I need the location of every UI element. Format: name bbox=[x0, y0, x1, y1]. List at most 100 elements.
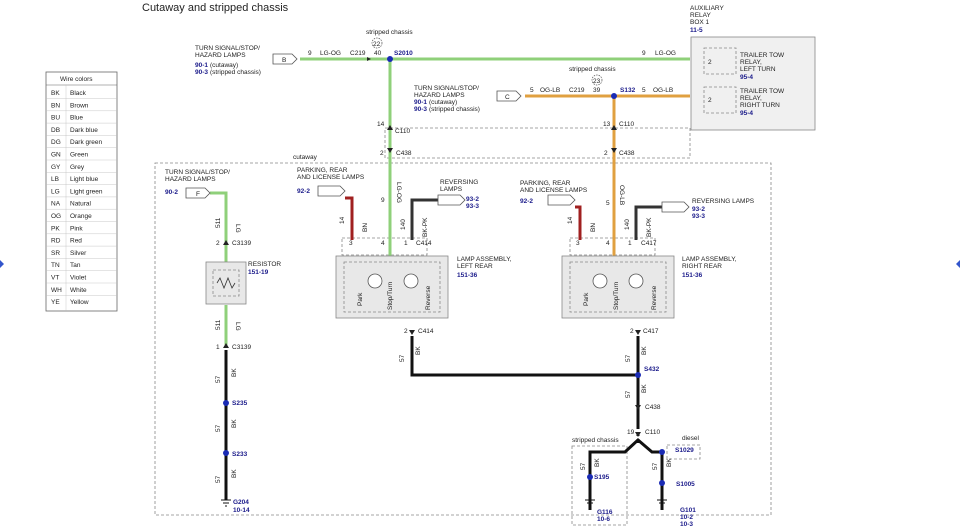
conn-c417-b: C417 bbox=[643, 328, 659, 335]
wire-color-bk-c: BK bbox=[641, 384, 648, 393]
legend-code: DG bbox=[51, 139, 61, 146]
ts-top-ref2: 90-3 bbox=[195, 69, 208, 76]
splice-s195-node bbox=[587, 474, 593, 480]
wire-num-57a: 57 bbox=[399, 354, 406, 362]
ts-left-line2: HAZARD LAMPS bbox=[165, 176, 216, 183]
wire-color-lg-b: LG bbox=[234, 322, 241, 331]
conn-c417-a: C417 bbox=[641, 240, 657, 247]
rev-left-ref1: 93-2 bbox=[466, 196, 479, 203]
wire-color-bk-a: BK bbox=[415, 346, 422, 355]
legend-code: SR bbox=[51, 250, 60, 257]
svg-text:B: B bbox=[282, 57, 286, 64]
ts-mid-line1: TURN SIGNAL/STOP/ bbox=[414, 85, 479, 92]
legend-color-name: Natural bbox=[70, 201, 92, 208]
svg-text:Stop/Turn: Stop/Turn bbox=[387, 281, 394, 310]
wire-color-bkpk-b: BK-PK bbox=[646, 217, 653, 237]
wire-num-5a: 5 bbox=[530, 87, 534, 94]
legend-code: RD bbox=[51, 238, 61, 245]
wire-color-oglb-a: OG-LB bbox=[540, 87, 560, 94]
legend-code: LG bbox=[51, 188, 60, 195]
legend-color-name: Light green bbox=[70, 188, 103, 195]
svg-text:Park: Park bbox=[357, 292, 364, 306]
ts-left-line1: TURN SIGNAL/STOP/ bbox=[165, 169, 230, 176]
ts-left-ref: 90-2 bbox=[165, 189, 178, 196]
bulb-icon bbox=[628, 273, 644, 289]
svg-text:Reverse: Reverse bbox=[425, 285, 432, 310]
wire-color-bk-b: BK bbox=[641, 346, 648, 355]
pin-4b: 4 bbox=[606, 240, 610, 247]
legend-code: TN bbox=[51, 262, 60, 269]
ground-g204-ref: 10-14 bbox=[233, 507, 250, 514]
ts-top-ref1: 90-1 bbox=[195, 62, 208, 69]
park-left-ref: 92-2 bbox=[297, 188, 310, 195]
wire-color-bkpk-a: BK-PK bbox=[422, 217, 429, 237]
ts-mid-ref1: 90-1 bbox=[414, 99, 427, 106]
connector-c: C bbox=[496, 90, 522, 102]
ts-mid-ref2: 90-3 bbox=[414, 106, 427, 113]
cutaway-label: cutaway bbox=[293, 154, 318, 161]
connector-park-right bbox=[547, 194, 576, 206]
pin-3b: 3 bbox=[576, 240, 580, 247]
ts-top-line1: TURN SIGNAL/STOP/ bbox=[195, 45, 260, 52]
park-right-line1: PARKING, REAR bbox=[520, 180, 571, 187]
splice-s1005: S1005 bbox=[676, 481, 695, 488]
legend-color-name: Dark green bbox=[70, 139, 103, 146]
wire-num-5c: 5 bbox=[606, 200, 610, 207]
legend-code: DB bbox=[51, 127, 60, 134]
wire-color-bk-f: BK bbox=[231, 368, 238, 377]
splice-s432: S432 bbox=[644, 366, 660, 373]
pin-13: 13 bbox=[603, 121, 611, 128]
splice-s1029: S1029 bbox=[675, 447, 694, 454]
wire-num-9a: 9 bbox=[308, 50, 312, 57]
legend-color-name: White bbox=[70, 287, 87, 294]
conn-c219-a: C219 bbox=[350, 50, 366, 57]
svg-text:C: C bbox=[505, 94, 510, 101]
ts-mid-line2: HAZARD LAMPS bbox=[414, 92, 465, 99]
svg-text:F: F bbox=[196, 191, 200, 198]
relay-left-line1: TRAILER TOW bbox=[740, 52, 785, 59]
aux-relay-ref: 11-5 bbox=[690, 27, 703, 34]
splice-s233-node bbox=[223, 450, 229, 456]
pin-2c: 2 bbox=[404, 328, 408, 335]
ground-g116-ref: 10-6 bbox=[597, 516, 610, 523]
legend-color-name: Violet bbox=[70, 275, 86, 282]
aux-relay-line1: AUXILIARY bbox=[690, 5, 725, 12]
legend-color-name: Light blue bbox=[70, 176, 99, 183]
svg-text:Stop/Turn: Stop/Turn bbox=[613, 281, 620, 310]
conn-c438-c: C438 bbox=[645, 404, 661, 411]
svg-text:Park: Park bbox=[583, 292, 590, 306]
splice-s132: S132 bbox=[620, 87, 636, 94]
circle-23: 23 bbox=[593, 78, 601, 85]
ground-g204: G204 bbox=[233, 499, 249, 506]
wire-color-lgog-a: LG-OG bbox=[320, 50, 341, 57]
lamp-left-line2: LEFT REAR bbox=[457, 263, 493, 270]
conn-c438-a: C438 bbox=[396, 150, 412, 157]
conn-c219-b: C219 bbox=[569, 87, 585, 94]
conn-c110-b: C110 bbox=[619, 121, 634, 128]
legend-code: WH bbox=[51, 287, 62, 294]
pin-3a: 3 bbox=[349, 240, 353, 247]
legend-color-name: Dark blue bbox=[70, 127, 98, 134]
page-title: Cutaway and stripped chassis bbox=[142, 2, 289, 14]
ts-mid-txt1: (cutaway) bbox=[429, 99, 457, 106]
wire-color-lg-a: LG bbox=[234, 224, 241, 233]
wire-color-bn-a: BN bbox=[362, 223, 369, 232]
ts-top-line2: HAZARD LAMPS bbox=[195, 52, 246, 59]
legend-color-name: Orange bbox=[70, 213, 92, 220]
bulb-icon bbox=[403, 273, 419, 289]
wire-num-57e: 57 bbox=[652, 462, 659, 470]
lamp-left-ref: 151-36 bbox=[457, 272, 478, 279]
aux-relay-line2: RELAY bbox=[690, 12, 711, 19]
connector-rev-right bbox=[661, 201, 690, 213]
pin-39: 39 bbox=[593, 87, 601, 94]
wire-num-140b: 140 bbox=[624, 219, 631, 230]
bulb-icon bbox=[592, 273, 608, 289]
lamp-left-line1: LAMP ASSEMBLY, bbox=[457, 256, 512, 263]
ground-g101-ref2: 10-3 bbox=[680, 521, 693, 528]
cutaway-region bbox=[154, 162, 772, 516]
ground-g116: G116 bbox=[597, 509, 613, 516]
wire-color-bk-g: BK bbox=[231, 419, 238, 428]
relay-left-pin: 2 bbox=[708, 59, 712, 66]
rev-right-ref2: 93-3 bbox=[692, 213, 705, 220]
wire-num-57f: 57 bbox=[215, 375, 222, 383]
